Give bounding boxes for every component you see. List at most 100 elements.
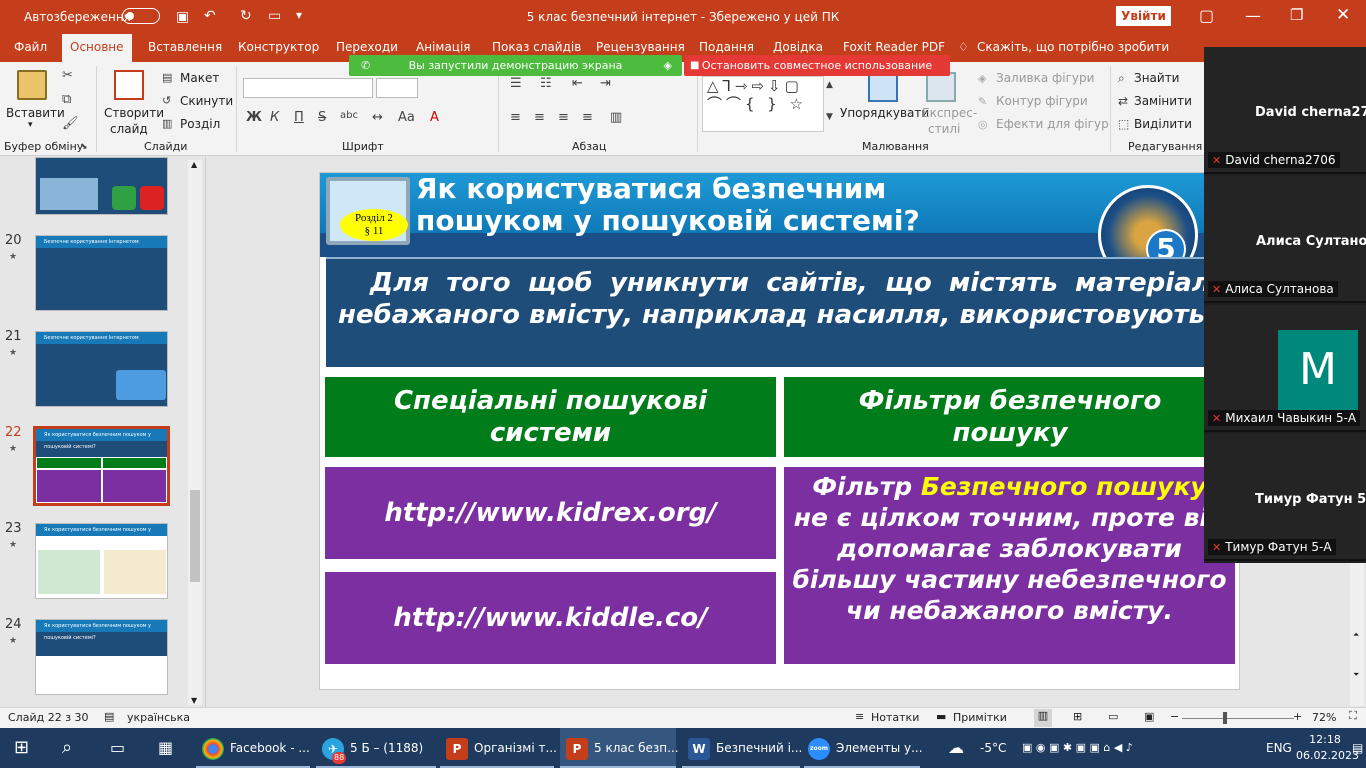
slide-thumbnails-panel[interactable]: 20 ★ Безпечне користування Інтернетом 21… xyxy=(0,157,206,707)
tab-design[interactable]: Конструктор xyxy=(238,40,319,54)
outdent-icon[interactable]: ⇥ xyxy=(600,76,611,91)
align-center-icon[interactable]: ≡ xyxy=(534,110,545,125)
layout-button[interactable]: Макет xyxy=(180,71,219,85)
shapes-gallery[interactable]: △⅂⇾⇨⇩▢ ⌒⌒{ } ☆ xyxy=(702,76,824,132)
windows-start-icon[interactable]: ⊞ xyxy=(14,728,29,768)
bold-button[interactable]: Ж xyxy=(246,110,262,125)
participant-tile[interactable]: Тимур Фатун 5-А ✕Тимур Фатун 5-А xyxy=(1204,434,1366,561)
language-indicator[interactable]: українська xyxy=(127,711,190,724)
tab-file[interactable]: Файл xyxy=(14,40,47,54)
font-name-input[interactable] xyxy=(243,78,373,98)
arrange-icon[interactable] xyxy=(868,72,898,102)
clock[interactable]: 12:18 06.02.2023 xyxy=(1296,728,1359,768)
input-language[interactable]: ENG xyxy=(1266,728,1292,768)
slide-thumbnail-21[interactable]: Безпечне користування Інтернетом xyxy=(35,331,168,407)
indent-icon[interactable]: ⇤ xyxy=(572,76,583,91)
columns-icon[interactable]: ▥ xyxy=(610,110,622,125)
justify-icon[interactable]: ≡ xyxy=(582,110,593,125)
copy-icon[interactable]: ⧉ xyxy=(62,92,71,107)
scroll-down-icon[interactable]: ▼ xyxy=(191,696,197,705)
spellcheck-icon[interactable]: ▤ xyxy=(104,710,114,723)
customize-qat-icon[interactable]: ▾ xyxy=(296,8,302,22)
arrange-button[interactable]: Упорядкувати xyxy=(840,106,929,120)
tab-view[interactable]: Подання xyxy=(699,40,754,54)
slide-thumbnail-24[interactable]: Як користуватися безпечним пошуком у пош… xyxy=(35,619,168,695)
link-kiddle[interactable]: http://www.kiddle.co/ xyxy=(325,572,776,664)
fit-to-window-icon[interactable]: ⛶ xyxy=(1344,709,1362,727)
participant-tile[interactable]: Алиса Султанова ✕Алиса Султанова xyxy=(1204,176,1366,303)
notifications-icon[interactable]: ▤ xyxy=(1352,728,1363,768)
section-button[interactable]: Розділ xyxy=(180,117,220,131)
save-icon[interactable]: ▣ xyxy=(176,9,189,25)
select-button[interactable]: Виділити xyxy=(1134,117,1192,131)
zoom-in-icon[interactable]: + xyxy=(1293,710,1302,723)
zoom-slider-thumb[interactable] xyxy=(1223,712,1227,724)
clipboard-launcher-icon[interactable]: ⬊ xyxy=(80,142,88,152)
tab-slideshow[interactable]: Показ слайдів xyxy=(492,40,581,54)
search-icon[interactable]: ⌕ xyxy=(62,728,72,768)
cut-icon[interactable]: ✂ xyxy=(62,68,73,83)
quick-styles-label-2[interactable]: стилі xyxy=(928,122,960,136)
taskbar-app-ppt-2-active[interactable]: P5 клас безп... xyxy=(560,728,679,768)
taskbar-app-chrome[interactable]: Facebook - ... xyxy=(196,728,310,768)
slide-thumbnail-22-selected[interactable]: Як користуватися безпечним пошуком у пош… xyxy=(33,426,170,506)
zoom-level[interactable]: 72% xyxy=(1312,711,1336,724)
notes-button[interactable]: Нотатки xyxy=(871,711,919,724)
bullets-icon[interactable]: ☰ xyxy=(510,76,522,91)
shape-fill-button[interactable]: Заливка фігури xyxy=(996,71,1094,85)
prev-slide-icon[interactable]: ⏶ xyxy=(1353,630,1359,640)
tray-icons[interactable]: ▣ ◉ ▣ ✱ ▣ ▣ ⌂ ◀ ♪ xyxy=(1022,728,1133,768)
align-right-icon[interactable]: ≡ xyxy=(558,110,569,125)
change-case-icon[interactable]: Aa xyxy=(398,110,415,125)
paste-dropdown-icon[interactable]: ▾ xyxy=(28,120,33,130)
tab-home[interactable]: Основне xyxy=(62,34,132,62)
tab-transitions[interactable]: Переходи xyxy=(336,40,398,54)
paste-icon[interactable] xyxy=(17,70,47,100)
slideshow-icon[interactable]: ▭ xyxy=(268,8,281,24)
shadow-button[interactable]: abc xyxy=(340,110,358,121)
new-slide-label-1[interactable]: Створити xyxy=(104,106,164,120)
sorter-view-icon[interactable]: ⊞ xyxy=(1073,710,1082,723)
tab-help[interactable]: Довідка xyxy=(773,40,823,54)
taskbar-app-zoom[interactable]: zoom Элементы у... xyxy=(804,728,923,768)
align-left-icon[interactable]: ≡ xyxy=(510,110,521,125)
reset-button[interactable]: Скинути xyxy=(180,94,233,108)
scroll-thumb[interactable] xyxy=(190,490,200,582)
taskbar-app-word[interactable]: W Безпечний і... xyxy=(682,728,802,768)
paste-button[interactable]: Вставити xyxy=(6,106,65,120)
slide-thumbnail-19[interactable] xyxy=(35,157,168,215)
underline-button[interactable]: П xyxy=(294,110,304,125)
font-color-icon[interactable]: A xyxy=(430,110,439,125)
taskbar-app-ppt-1[interactable]: P Організмі т... xyxy=(440,728,557,768)
slide-scrollbar[interactable]: ⏶ ⏷ xyxy=(1350,560,1364,706)
shape-effects-button[interactable]: Ефекти для фігур xyxy=(996,117,1109,131)
ribbon-options-icon[interactable]: ▢ xyxy=(1199,6,1214,25)
tab-animations[interactable]: Анімація xyxy=(416,40,471,54)
quick-styles-icon[interactable] xyxy=(926,72,956,102)
char-spacing-icon[interactable]: ↔ xyxy=(372,110,383,125)
autosave-toggle[interactable] xyxy=(122,8,160,24)
close-icon[interactable]: ✕ xyxy=(1336,5,1350,25)
format-painter-icon[interactable]: 🖌 xyxy=(62,116,79,131)
taskbar-app-telegram[interactable]: ✈ 5 Б – (1188) 88 xyxy=(316,728,436,768)
calculator-icon[interactable]: ▦ xyxy=(158,728,173,768)
slideshow-view-icon[interactable]: ▣ xyxy=(1144,710,1154,723)
zoom-out-icon[interactable]: − xyxy=(1170,710,1179,723)
tab-foxit[interactable]: Foxit Reader PDF xyxy=(843,40,945,54)
redo-icon[interactable]: ↻ xyxy=(240,8,252,24)
new-slide-label-2[interactable]: слайд xyxy=(110,122,148,136)
tab-review[interactable]: Рецензування xyxy=(596,40,685,54)
signin-button[interactable]: Увійти xyxy=(1116,6,1171,26)
normal-view-icon[interactable]: ▥ xyxy=(1034,709,1052,727)
participant-tile[interactable]: David cherna2706 ✕David cherna2706 xyxy=(1204,47,1366,174)
strikethrough-button[interactable]: S xyxy=(318,110,326,125)
tab-insert[interactable]: Вставлення xyxy=(148,40,222,54)
reading-view-icon[interactable]: ▭ xyxy=(1108,710,1118,723)
minimize-icon[interactable]: — xyxy=(1245,6,1261,25)
thumbnails-scrollbar[interactable]: ▲ ▼ xyxy=(188,160,202,705)
shape-outline-button[interactable]: Контур фігури xyxy=(996,94,1088,108)
shapes-more[interactable]: ▼ xyxy=(826,112,833,122)
restore-icon[interactable]: ❐ xyxy=(1290,6,1303,24)
new-slide-icon[interactable] xyxy=(114,70,144,100)
participant-tile[interactable]: M ✕ Михаил Чавыкин 5-А xyxy=(1204,305,1366,432)
